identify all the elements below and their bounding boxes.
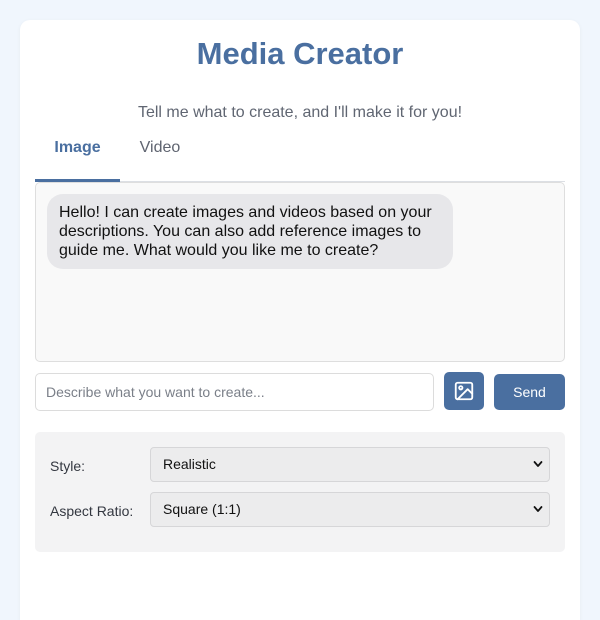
style-select[interactable]: Realistic [150,447,550,482]
tab-image[interactable]: Image [35,133,120,182]
send-button[interactable]: Send [494,374,565,410]
page-title: Media Creator [196,36,404,71]
page-subtitle: Tell me what to create, and I'll make it… [137,104,463,121]
chevron-down-icon [533,461,543,467]
style-select-value: Realistic [163,456,216,472]
tab-bar: Image Video [35,133,565,182]
prompt-input[interactable] [35,373,434,411]
tab-video[interactable]: Video [120,133,200,181]
options-panel: Style: Realistic Aspect Ratio: Square (1… [35,432,565,552]
aspect-ratio-label: Aspect Ratio: [50,503,134,519]
style-label: Style: [50,458,86,474]
chat-area: Hello! I can create images and videos ba… [35,182,565,362]
add-reference-image-button[interactable] [444,372,484,410]
media-creator-card: Media Creator Tell me what to create, an… [20,20,580,620]
aspect-ratio-select[interactable]: Square (1:1) [150,492,550,527]
assistant-message: Hello! I can create images and videos ba… [47,194,453,269]
aspect-ratio-select-value: Square (1:1) [163,501,241,517]
chevron-down-icon [533,506,543,512]
image-icon [454,381,474,401]
